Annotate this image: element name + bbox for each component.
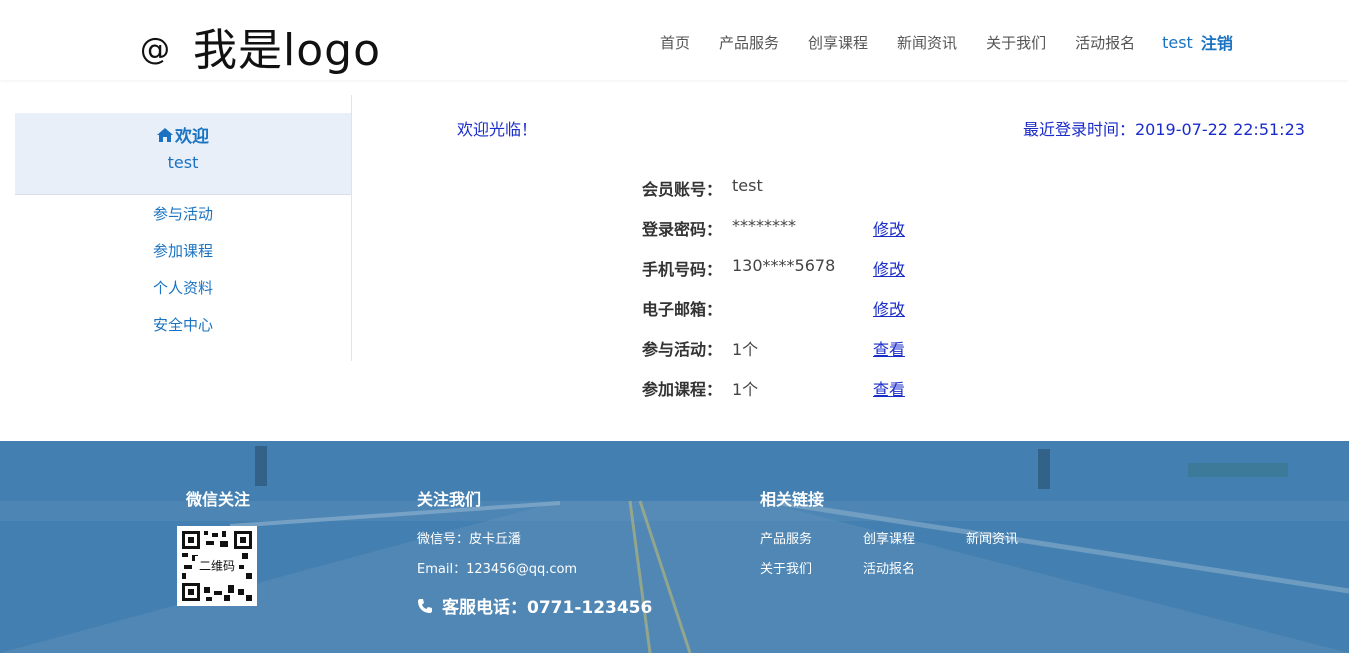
- welcome-heading: 欢迎: [15, 122, 351, 147]
- footer-link-events[interactable]: 活动报名: [863, 558, 915, 577]
- nav-products[interactable]: 产品服务: [719, 32, 779, 53]
- info-row-phone: 手机号码： 130****5678 修改: [642, 256, 942, 280]
- last-login-time: 最近登录时间：2019-07-22 22:51:23: [1023, 120, 1305, 139]
- greeting-text: 欢迎光临！: [457, 120, 538, 139]
- info-label: 参加课程：: [642, 380, 723, 399]
- contact-email: Email：123456@qq.com: [417, 562, 578, 577]
- sidebar-welcome-panel: 欢迎 test: [15, 113, 351, 195]
- logo-text: 我是logo: [193, 25, 381, 76]
- sidebar-item-activities[interactable]: 参与活动: [15, 203, 351, 240]
- info-value: ********: [732, 216, 796, 235]
- nav-news[interactable]: 新闻资讯: [897, 32, 957, 53]
- sidebar-menu: 参与活动 参加课程 个人资料 安全中心: [15, 203, 351, 351]
- related-links-title: 相关链接: [760, 490, 825, 509]
- edit-phone-link[interactable]: 修改: [873, 256, 905, 280]
- nav-home[interactable]: 首页: [660, 32, 690, 53]
- service-phone-text: 客服电话：0771-123456: [442, 598, 653, 618]
- info-row-password: 登录密码： ******** 修改: [642, 216, 942, 240]
- info-value: 1个: [732, 340, 759, 359]
- sidebar-item-courses[interactable]: 参加课程: [15, 240, 351, 277]
- footer-link-courses[interactable]: 创享课程: [863, 528, 915, 547]
- sidebar-item-profile[interactable]: 个人资料: [15, 277, 351, 314]
- logout-link[interactable]: 注销: [1201, 30, 1233, 54]
- qr-code: 二维码: [177, 526, 257, 606]
- view-courses-link[interactable]: 查看: [873, 376, 905, 400]
- home-icon: [157, 127, 173, 142]
- logo[interactable]: @ 我是logo: [140, 14, 381, 78]
- view-activities-link[interactable]: 查看: [873, 336, 905, 360]
- header: @ 我是logo 首页 产品服务 创享课程 新闻资讯 关于我们 活动报名 test…: [0, 0, 1349, 80]
- nav-about[interactable]: 关于我们: [986, 32, 1046, 53]
- info-label: 会员账号：: [642, 180, 723, 199]
- info-label: 参与活动：: [642, 340, 723, 359]
- info-label: 登录密码：: [642, 220, 723, 239]
- footer-link-news[interactable]: 新闻资讯: [966, 528, 1018, 547]
- logo-at-symbol: @: [140, 32, 171, 67]
- qr-code-label: 二维码: [195, 556, 239, 576]
- nav-events[interactable]: 活动报名: [1075, 32, 1135, 53]
- nav-courses[interactable]: 创享课程: [808, 32, 868, 53]
- edit-password-link[interactable]: 修改: [873, 216, 905, 240]
- info-row-activities: 参与活动： 1个 查看: [642, 336, 942, 360]
- info-value: 130****5678: [732, 256, 836, 275]
- sidebar-item-security[interactable]: 安全中心: [15, 314, 351, 351]
- follow-us-title: 关注我们: [417, 490, 482, 509]
- info-label: 手机号码：: [642, 260, 723, 279]
- wechat-follow-title: 微信关注: [186, 490, 251, 509]
- phone-icon: [418, 598, 432, 613]
- footer-link-about[interactable]: 关于我们: [760, 558, 812, 577]
- sidebar: 欢迎 test 参与活动 参加课程 个人资料 安全中心: [15, 95, 352, 361]
- footer: 微信关注 二维码 关注我们 微信号：皮卡丘潘 Email：123456@qq.c…: [0, 441, 1349, 653]
- wechat-id: 微信号：皮卡丘潘: [417, 532, 522, 547]
- info-label: 电子邮箱：: [642, 300, 723, 319]
- service-phone: 客服电话：0771-123456: [417, 593, 652, 618]
- sidebar-username: test: [167, 153, 199, 172]
- info-value: test: [732, 176, 763, 195]
- footer-link-products[interactable]: 产品服务: [760, 528, 812, 547]
- welcome-label: 欢迎: [175, 127, 209, 147]
- header-username[interactable]: test: [1162, 33, 1193, 52]
- edit-email-link[interactable]: 修改: [873, 296, 905, 320]
- main-nav: 首页 产品服务 创享课程 新闻资讯 关于我们 活动报名 test 注销: [660, 30, 1233, 54]
- info-row-courses: 参加课程： 1个 查看: [642, 376, 942, 400]
- info-row-account: 会员账号： test: [642, 176, 942, 200]
- info-row-email: 电子邮箱： 修改: [642, 296, 942, 320]
- info-value: 1个: [732, 380, 759, 399]
